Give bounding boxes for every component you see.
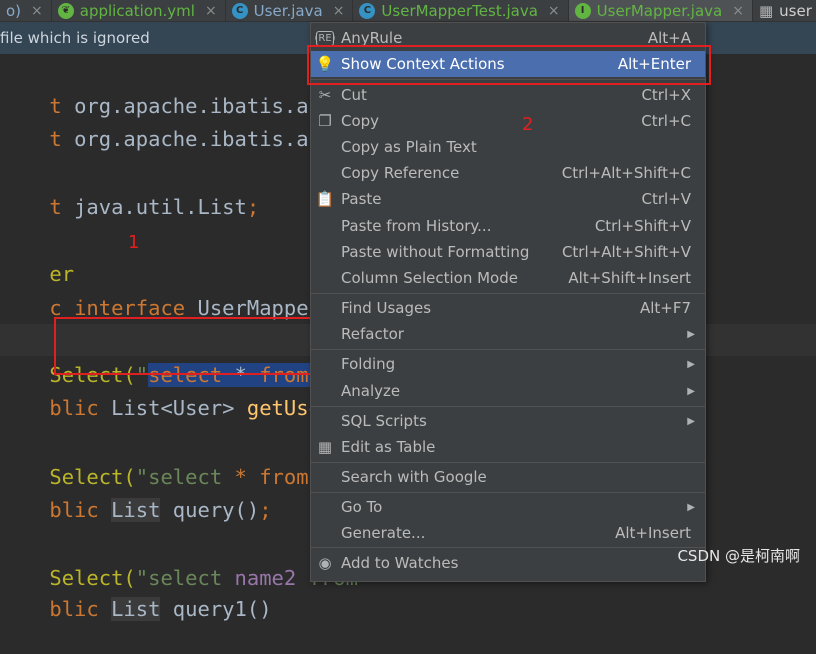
class-icon: C [359,2,376,19]
tab-label: User.java [253,1,323,20]
table-icon: ▦ [758,1,774,20]
tab-usermappertest-java[interactable]: C UserMapperTest.java × [353,0,569,21]
code-line: blic List query1() [49,597,272,621]
code-line: c interface UserMapper { [49,296,346,320]
tab-label: application.yml [79,1,195,20]
menu-separator [311,547,705,548]
close-icon[interactable]: × [548,3,560,19]
code-line: blic List query(); [49,498,272,522]
code-line: t java.util.List; [49,195,260,219]
menu-separator [311,349,705,350]
close-icon[interactable]: × [732,3,744,19]
annotation-number-1: 1 [128,232,140,253]
menu-item-refactor[interactable]: Refactor ▶ [311,321,705,347]
class-icon: C [231,2,248,19]
menu-item-paste-without-formatting[interactable]: Paste without Formatting Ctrl+Alt+Shift+… [311,239,705,265]
tab-user-table[interactable]: ▦ user [753,0,816,21]
close-icon[interactable]: × [205,3,217,19]
submenu-arrow-icon: ▶ [687,501,695,513]
table-icon: ▦ [317,438,333,456]
code-line: er [49,262,75,286]
tab-user-java[interactable]: C User.java × [226,0,354,21]
editor-context-menu: (RE) AnyRule Alt+A 💡 Show Context Action… [310,22,706,582]
menu-separator [311,293,705,294]
menu-item-sql-scripts[interactable]: SQL Scripts ▶ [311,408,705,434]
clipboard-icon: 📋 [315,190,335,208]
tab-label: UserMapper.java [596,1,723,20]
watermark: CSDN @是柯南啊 [677,547,800,565]
code-line: t org.apache.ibatis.annot [49,127,358,151]
scissors-icon: ✂ [318,86,332,104]
close-icon[interactable]: × [31,3,43,19]
annotation-box-context-actions [307,45,711,85]
menu-item-search-with-google[interactable]: Search with Google [311,464,705,490]
annotation-box-selection [54,317,324,375]
submenu-arrow-icon: ▶ [687,415,695,427]
tab-application-yml[interactable]: ❦ application.yml × [52,0,226,21]
menu-item-find-usages[interactable]: Find Usages Alt+F7 [311,295,705,321]
tab-usermapper-java[interactable]: I UserMapper.java × [568,0,753,21]
annotation-number-2: 2 [522,114,534,135]
copy-icon: ❐ [318,112,332,130]
editor-tab-bar: o) × ❦ application.yml × C User.java × C… [0,0,816,22]
menu-item-go-to[interactable]: Go To ▶ [311,494,705,520]
tab-label: o) [6,1,22,20]
code-line: Select("select name2 from [49,566,358,590]
menu-separator [311,492,705,493]
menu-item-copy[interactable]: ❐ Copy Ctrl+C [311,108,705,134]
tab-label: UserMapperTest.java [381,1,538,20]
code-line: Select("select * from use [49,465,358,489]
watch-icon: ◉ [318,554,332,572]
menu-item-generate[interactable]: Generate... Alt+Insert [311,520,705,546]
menu-item-paste-from-history[interactable]: Paste from History... Ctrl+Shift+V [311,213,705,239]
submenu-arrow-icon: ▶ [687,385,695,397]
menu-item-folding[interactable]: Folding ▶ [311,351,705,377]
tab-label: user [779,1,812,20]
menu-separator [311,462,705,463]
interface-icon: I [574,2,591,19]
code-line: t org.apache.ibatis.annot [49,94,358,118]
menu-item-column-selection-mode[interactable]: Column Selection Mode Alt+Shift+Insert [311,265,705,291]
menu-item-paste[interactable]: 📋 Paste Ctrl+V [311,186,705,212]
menu-item-edit-as-table[interactable]: ▦ Edit as Table [311,434,705,460]
submenu-arrow-icon: ▶ [687,328,695,340]
menu-item-analyze[interactable]: Analyze ▶ [311,378,705,404]
tab-partial[interactable]: o) × [0,0,52,21]
regex-icon: (RE) [314,30,336,46]
menu-item-add-to-watches[interactable]: ◉ Add to Watches [311,550,705,576]
submenu-arrow-icon: ▶ [687,358,695,370]
menu-separator [311,406,705,407]
menu-item-copy-plain-text[interactable]: Copy as Plain Text [311,134,705,160]
menu-item-copy-reference[interactable]: Copy Reference Ctrl+Alt+Shift+C [311,160,705,186]
menu-item-cut[interactable]: ✂ Cut Ctrl+X [311,82,705,108]
leaf-icon: ❦ [57,2,74,19]
close-icon[interactable]: × [333,3,345,19]
